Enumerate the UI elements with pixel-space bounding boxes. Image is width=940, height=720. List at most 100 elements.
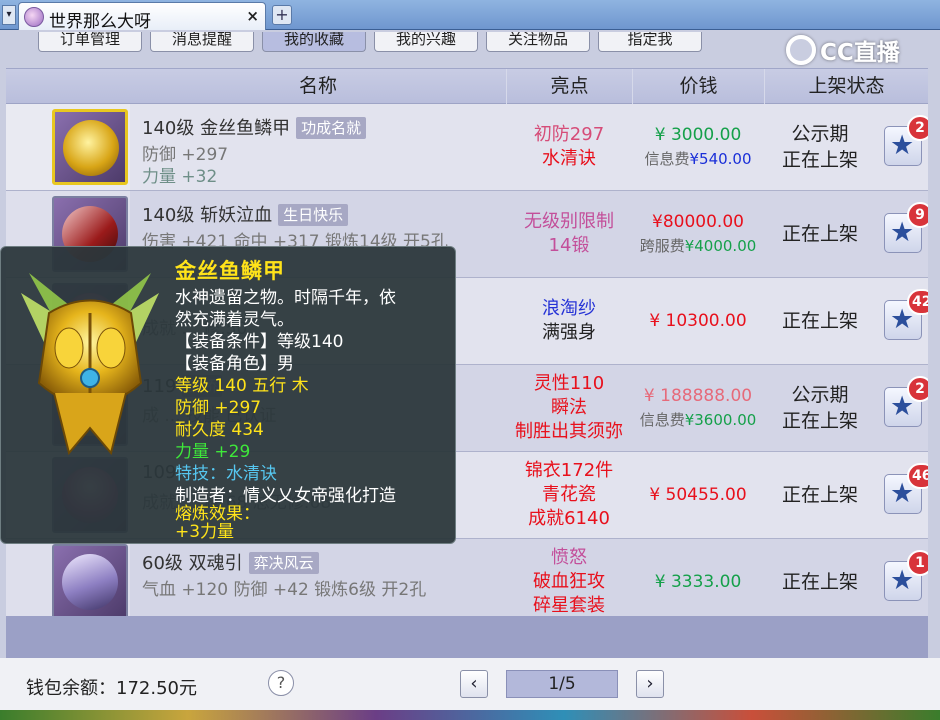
table-row[interactable]: 140级 金丝鱼鳞甲 功成名就 防御 +297 力量 +32 初防297 水清诀 ¥ 300… (6, 104, 928, 191)
highlight-text: 满强身 (542, 322, 596, 343)
fee-line: 信息费¥3600.00 (640, 408, 757, 432)
golden-armor-icon (21, 273, 159, 456)
tooltip-description: 水神遗留之物。时隔千年，依 (175, 288, 396, 308)
status-cell: 正在上架 (764, 278, 876, 364)
tooltip-skill: 特技：水清诀 (175, 464, 277, 484)
staff-icon (62, 554, 118, 610)
tooltip-description-2: 然充满着灵气。 (175, 310, 294, 330)
header-status[interactable]: 上架状态 (764, 69, 928, 105)
favorite-button[interactable]: ★ 1 (884, 550, 928, 601)
status-text: 正在上架 (781, 223, 858, 245)
tab-avatar-icon (24, 7, 44, 27)
tooltip-durability: 耐久度 434 (175, 420, 264, 440)
footer-bar: 钱包余额：172.50元 ? ‹ 1/5 › (0, 658, 940, 710)
tooltip-req-role: 【装备角色】男 (175, 354, 294, 374)
tooltip-smelt-value: +3力量 (175, 522, 235, 542)
favorite-button[interactable]: ★ 2 (884, 115, 928, 166)
item-level-name: 60级 双魂引 (142, 553, 243, 574)
fee-value: ¥540.00 (689, 150, 752, 168)
highlight-cell: 愤怒 破血狂攻 碎星套装 (506, 539, 632, 616)
price-value: ¥ 188888.00 (643, 386, 753, 406)
status-cell: 正在上架 (764, 539, 876, 616)
status-cell: 公示期 正在上架 (764, 365, 876, 451)
close-icon[interactable]: × (246, 7, 259, 25)
new-tab-button[interactable]: + (272, 5, 292, 25)
highlight-text: 成就6140 (528, 508, 610, 529)
highlight-text: 初防297 (533, 124, 605, 145)
price-cell: ¥ 10300.00 (632, 278, 764, 364)
prev-page-button[interactable]: ‹ (460, 670, 488, 698)
favorite-count-badge: 46 (907, 463, 928, 489)
highlight-cell: 锦衣172件 青花瓷 成就6140 (506, 452, 632, 538)
favorite-button[interactable]: ★ 42 (884, 289, 928, 340)
fee-label: 信息费 (639, 411, 685, 429)
tab-watched-items[interactable]: 关注物品 (486, 32, 590, 52)
item-attributes-2: 力量 +32 (142, 167, 218, 187)
tooltip-level-element: 等级 140 五行 木 (175, 376, 309, 396)
game-taskbar-strip (0, 710, 940, 720)
tab-title: 世界那么大呀 (49, 12, 151, 32)
fee-line: 信息费¥540.00 (644, 147, 751, 171)
price-cell: ¥ 3333.00 (632, 539, 764, 616)
price-cell: ¥ 188888.00 信息费¥3600.00 (632, 365, 764, 451)
status-text: 正在上架 (781, 484, 858, 506)
item-badge: 弈决风云 (248, 552, 319, 574)
fee-value: ¥4000.00 (684, 237, 757, 255)
status-text: 正在上架 (781, 310, 858, 332)
browser-tab-bar: ▾ 世界那么大呀 × + (0, 0, 940, 32)
status-cell: 正在上架 (764, 452, 876, 538)
item-thumbnail[interactable] (52, 544, 128, 616)
item-badge: 生日快乐 (278, 204, 349, 226)
tab-messages[interactable]: 消息提醒 (150, 32, 254, 52)
fee-line: 跨服费¥4000.00 (640, 234, 757, 258)
table-row[interactable]: 60级 双魂引 弈决风云 气血 +120 防御 +42 锻炼6级 开2孔 愤怒 破血狂攻… (6, 539, 928, 616)
tab-scroll-button[interactable]: ▾ (2, 5, 16, 25)
header-price[interactable]: 价钱 (632, 69, 764, 105)
tab-designated[interactable]: 指定我 (598, 32, 702, 52)
favorite-count-badge: 9 (907, 202, 928, 228)
list-header: 名称 亮点 价钱 上架状态 (6, 68, 928, 105)
next-page-button[interactable]: › (636, 670, 664, 698)
help-icon[interactable]: ? (268, 670, 294, 696)
price-value: ¥ 3333.00 (654, 572, 742, 592)
golden-armor-icon (63, 120, 119, 176)
wallet-balance: 钱包余额：172.50元 (26, 678, 197, 699)
price-cell: ¥80000.00 跨服费¥4000.00 (632, 191, 764, 277)
item-level-name: 140级 金丝鱼鳞甲 (142, 118, 291, 139)
item-thumbnail[interactable] (52, 109, 128, 185)
highlight-text: 愤怒 (551, 547, 587, 568)
tab-favorites[interactable]: 我的收藏 (262, 32, 366, 52)
item-name-line: 140级 金丝鱼鳞甲 功成名就 (142, 114, 367, 140)
header-highlight[interactable]: 亮点 (506, 69, 632, 105)
status-text: 公示期 (791, 123, 849, 145)
browser-tab[interactable]: 世界那么大呀 × (18, 2, 266, 32)
highlight-text: 破血狂攻 (533, 571, 605, 592)
highlight-cell: 无级别限制 14锻 (506, 191, 632, 277)
tooltip-strength: 力量 +29 (175, 442, 251, 462)
tab-interests[interactable]: 我的兴趣 (374, 32, 478, 52)
highlight-text: 14锻 (548, 235, 590, 256)
favorite-button[interactable]: ★ 2 (884, 376, 928, 427)
favorite-button[interactable]: ★ 46 (884, 463, 928, 514)
highlight-text: 制胜出其须弥 (515, 421, 623, 442)
header-name[interactable]: 名称 (130, 69, 506, 105)
highlight-text: 无级别限制 (524, 211, 614, 232)
item-level-name: 140级 斩妖泣血 (142, 205, 273, 226)
cc-live-watermark: CC直播 (786, 33, 926, 69)
favorite-button[interactable]: ★ 9 (884, 202, 928, 253)
fee-value: ¥3600.00 (684, 411, 757, 429)
cc-logo-icon (786, 35, 816, 65)
favorite-count-badge: 2 (907, 115, 928, 141)
highlight-text: 浪淘纱 (542, 298, 596, 319)
highlight-cell: 初防297 水清诀 (506, 104, 632, 190)
status-cell: 公示期 正在上架 (764, 104, 876, 190)
price-value: ¥ 3000.00 (654, 125, 742, 145)
tooltip-defense: 防御 +297 (175, 398, 262, 418)
favorite-count-badge: 42 (907, 289, 928, 315)
highlight-cell: 灵性110 瞬法 制胜出其须弥 (506, 365, 632, 451)
tooltip-req-level: 【装备条件】等级140 (175, 332, 344, 352)
item-tooltip: 金丝鱼鳞甲 水神遗留之物。时隔千年，依 然充满着灵气。 【装备条件】等级140 … (0, 246, 456, 544)
tab-orders[interactable]: 订单管理 (38, 32, 142, 52)
favorite-count-badge: 2 (907, 376, 928, 402)
fee-label: 跨服费 (639, 237, 685, 255)
